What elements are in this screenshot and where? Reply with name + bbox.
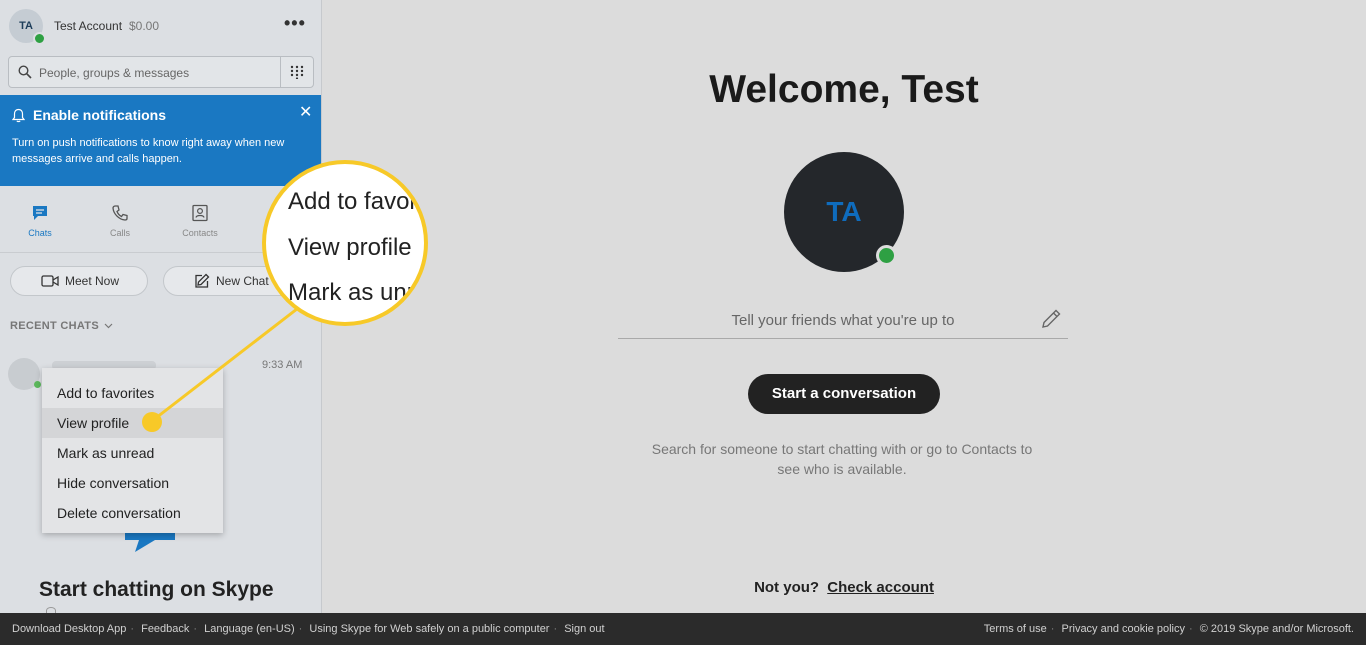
footer-link-privacy[interactable]: Privacy and cookie policy — [1062, 623, 1186, 635]
chat-timestamp: 9:33 AM — [262, 359, 303, 371]
more-options-button[interactable]: ••• — [284, 13, 306, 34]
meet-now-label: Meet Now — [65, 274, 120, 288]
notification-body: Turn on push notifications to know right… — [12, 137, 285, 165]
menu-item-hide-conversation[interactable]: Hide conversation — [42, 468, 223, 498]
meet-now-button[interactable]: Meet Now — [10, 266, 148, 296]
chevron-down-icon — [104, 323, 113, 329]
footer-link-download[interactable]: Download Desktop App — [12, 623, 126, 635]
footer-link-terms[interactable]: Terms of use — [984, 623, 1047, 635]
empty-state-title: Start chatting on Skype — [39, 578, 274, 601]
magnified-menu-item: Add to favor — [288, 188, 418, 215]
magnified-menu-item: Mark as unr — [288, 279, 415, 306]
hint-text: Search for someone to start chatting wit… — [651, 441, 1033, 477]
footer: Download Desktop App · Feedback · Language… — [0, 613, 1366, 645]
tab-label: Contacts — [182, 228, 218, 238]
magnifier-callout: Add to favor View profile Mark as unr — [262, 160, 428, 326]
presence-indicator — [34, 381, 41, 388]
menu-item-view-profile[interactable]: View profile — [42, 408, 223, 438]
recent-chats-header[interactable]: RECENT CHATS — [10, 320, 113, 332]
new-chat-label: New Chat — [216, 274, 269, 288]
start-conversation-button[interactable]: Start a conversation — [748, 374, 940, 414]
notification-title: Enable notifications — [33, 107, 167, 123]
context-menu: Add to favorites View profile Mark as un… — [42, 368, 223, 533]
footer-link-safety[interactable]: Using Skype for Web safely on a public c… — [309, 623, 549, 635]
contacts-icon — [192, 204, 208, 222]
menu-item-add-to-favorites[interactable]: Add to favorites — [42, 378, 223, 408]
footer-right-links: Terms of use · Privacy and cookie policy ·… — [983, 623, 1354, 635]
account-name[interactable]: Test Account — [54, 19, 122, 33]
presence-indicator — [876, 245, 897, 266]
footer-link-language[interactable]: Language (en-US) — [204, 623, 295, 635]
footer-link-sign-out[interactable]: Sign out — [564, 623, 604, 635]
page-title: Welcome, Test — [709, 68, 979, 111]
footer-link-feedback[interactable]: Feedback — [141, 623, 189, 635]
mood-placeholder: Tell your friends what you're up to — [731, 312, 955, 329]
menu-item-mark-as-unread[interactable]: Mark as unread — [42, 438, 223, 468]
footer-copyright: © 2019 Skype and/or Microsoft. — [1199, 623, 1354, 635]
compose-icon — [195, 273, 210, 288]
bell-icon — [12, 108, 25, 123]
dialpad-icon — [290, 65, 304, 79]
tab-label: Calls — [109, 228, 130, 238]
tab-label: Chats — [28, 228, 52, 238]
check-account-link[interactable]: Check account — [827, 579, 934, 596]
menu-item-delete-conversation[interactable]: Delete conversation — [42, 498, 223, 528]
not-you-label: Not you? — [754, 579, 820, 596]
not-you-line: Not you? Check account — [322, 579, 1366, 596]
main-panel: Welcome, Test TA Tell your friends what … — [322, 0, 1366, 613]
search-placeholder: People, groups & messages — [39, 66, 190, 80]
recent-chats-label: RECENT CHATS — [10, 320, 99, 332]
phone-icon — [112, 205, 128, 221]
chat-icon — [33, 206, 47, 220]
tab-calls[interactable]: Calls — [90, 204, 150, 238]
video-camera-icon — [41, 275, 59, 287]
presence-indicator — [33, 32, 46, 45]
search-input[interactable]: People, groups & messages — [8, 56, 281, 88]
tab-chats[interactable]: Chats — [10, 204, 70, 238]
close-icon[interactable]: ✕ — [299, 102, 312, 122]
tab-contacts[interactable]: Contacts — [170, 204, 230, 238]
search-icon — [18, 65, 32, 79]
notification-banner: Enable notifications ✕ Turn on push noti… — [0, 95, 321, 186]
account-header: TA Test Account $0.00 ••• — [0, 0, 321, 52]
pencil-icon[interactable] — [1040, 308, 1062, 330]
account-credit[interactable]: $0.00 — [129, 19, 159, 33]
dialpad-button[interactable] — [280, 56, 314, 88]
footer-left-links: Download Desktop App · Feedback · Language… — [12, 623, 605, 635]
mood-message-field[interactable]: Tell your friends what you're up to — [618, 302, 1068, 339]
magnified-menu-item: View profile — [288, 234, 412, 261]
